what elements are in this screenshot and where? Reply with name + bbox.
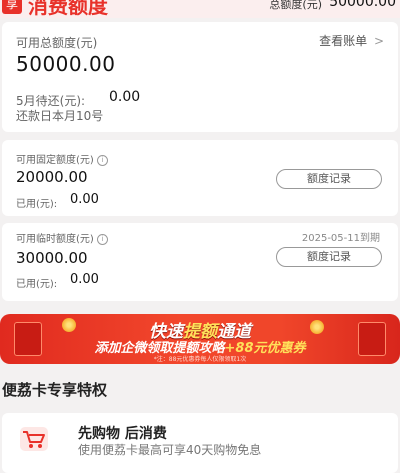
privilege-item[interactable]: 先购物 后消费 使用便荔卡最高可享40天购物免息	[2, 413, 398, 473]
temp-limit-amount: 30000.00	[16, 249, 88, 267]
temp-used-value: 0.00	[70, 272, 99, 287]
brand-logo-icon: 享	[2, 0, 22, 14]
fixed-limit-label-text: 可用固定额度(元)	[16, 155, 94, 166]
available-total-card: 可用总额度(元) 查看账单 > 50000.00 5月待还(元): 0.00 还…	[2, 22, 398, 132]
privilege-item-title: 先购物 后消费	[78, 426, 167, 442]
due-value: 0.00	[109, 89, 141, 105]
fixed-limit-record-button[interactable]: 额度记录	[276, 169, 382, 189]
view-bill-label: 查看账单	[319, 34, 368, 48]
available-total-label: 可用总额度(元)	[16, 36, 98, 50]
total-limit-value: 50000.00	[329, 0, 396, 10]
info-icon[interactable]: i	[96, 155, 108, 166]
repay-date-note: 还款日本月10号	[16, 109, 104, 123]
fixed-used-value: 0.00	[70, 192, 99, 207]
fixed-limit-amount: 20000.00	[16, 168, 88, 186]
fixed-limit-label: 可用固定额度(元) i	[16, 151, 108, 166]
chevron-right-icon: >	[373, 34, 384, 48]
info-icon[interactable]: i	[96, 234, 108, 245]
temp-limit-card: 可用临时额度(元) i 2025-05-11到期 30000.00 额度记录 已用…	[2, 223, 398, 301]
available-total-amount: 50000.00	[16, 52, 116, 76]
temp-used-label: 已用(元):	[16, 279, 58, 290]
privileges-section-title: 便荔卡专享特权	[2, 381, 108, 399]
shopping-cart-icon	[20, 427, 48, 451]
temp-limit-label-text: 可用临时额度(元)	[16, 234, 94, 245]
privilege-item-desc: 使用便荔卡最高可享40天购物免息	[78, 443, 262, 457]
banner-footnote: *注：88元优惠券每人仅限领取1次	[153, 356, 247, 363]
fixed-limit-card: 可用固定额度(元) i 20000.00 额度记录 已用(元): 0.00	[2, 140, 398, 216]
page-title: 消费额度	[28, 0, 108, 18]
total-limit-label: 总额度(元)	[269, 0, 322, 11]
page-header: 享 消费额度 总额度(元) 50000.00	[0, 0, 400, 18]
temp-limit-label: 可用临时额度(元) i	[16, 230, 108, 245]
temp-limit-expiry: 2025-05-11到期	[301, 233, 380, 244]
temp-limit-record-button[interactable]: 额度记录	[276, 247, 382, 267]
quick-raise-banner[interactable]: 快速提额通道 添加企微领取提额攻略+88元优惠券 *注：88元优惠券每人仅限领取…	[0, 314, 400, 364]
fixed-used-label: 已用(元):	[16, 199, 58, 210]
view-bill-link[interactable]: 查看账单 >	[319, 32, 384, 49]
